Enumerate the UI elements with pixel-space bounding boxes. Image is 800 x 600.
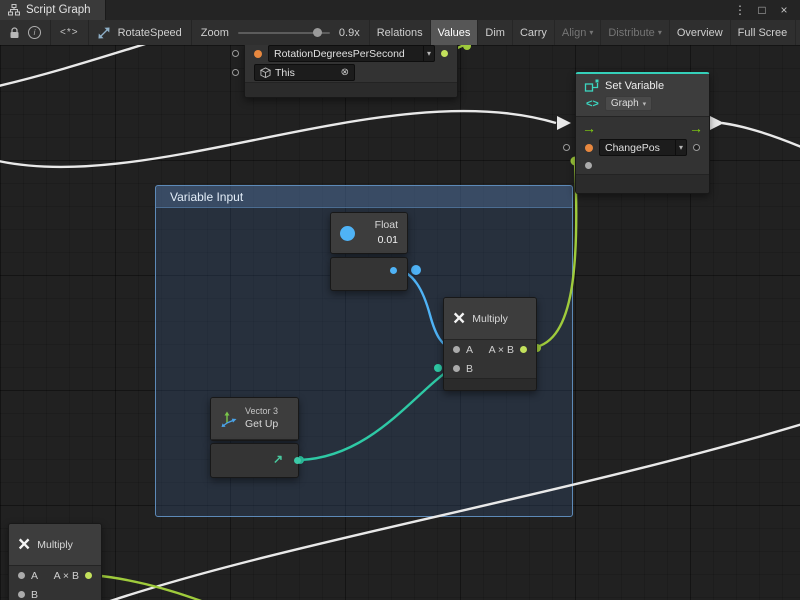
zoom-slider-thumb[interactable] — [313, 28, 322, 37]
script-graph-window: Script Graph ⋮ □ × i <*> — [0, 0, 800, 600]
graph-canvas[interactable]: Variable Input — [0, 45, 800, 600]
vector-output-port[interactable] — [294, 457, 301, 464]
flow-arrow-in — [557, 116, 571, 130]
overview-button[interactable]: Overview — [670, 20, 731, 45]
align-button[interactable]: Align ▾ — [555, 20, 601, 45]
chevron-down-icon: ▾ — [423, 46, 434, 61]
chevron-down-icon: ▾ — [589, 28, 593, 37]
window-title: Script Graph — [26, 4, 91, 16]
object-input-port[interactable] — [232, 69, 239, 76]
port-b[interactable] — [453, 365, 460, 372]
variable-port-icon — [254, 50, 262, 58]
graph-toolbar: i <*> RotateSpeed Zoom 0.9x Relations — [0, 20, 800, 46]
chevron-down-icon: ▾ — [675, 140, 686, 155]
multiply-icon: × — [18, 534, 30, 555]
multiply-node[interactable]: × Multiply A A × B B — [443, 297, 537, 391]
values-button[interactable]: Values — [431, 20, 479, 45]
titlebar: Script Graph ⋮ □ × — [0, 0, 800, 20]
graph-icon — [8, 4, 20, 16]
variable-port-icon — [585, 144, 593, 152]
lock-icon[interactable] — [9, 27, 20, 39]
distribute-button[interactable]: Distribute ▾ — [601, 20, 669, 45]
flow-wire-bottom — [70, 423, 800, 600]
full-screen-button[interactable]: Full Screen — [731, 20, 796, 45]
clear-target-icon[interactable]: ⊗ — [341, 67, 354, 78]
flow-in-arrow[interactable]: → — [582, 121, 596, 135]
kebab-menu-icon[interactable]: ⋮ — [732, 0, 748, 20]
port-result[interactable] — [85, 572, 92, 579]
window-tab[interactable]: Script Graph — [0, 0, 106, 20]
node-title: Set Variable — [605, 80, 664, 92]
float-node-body[interactable] — [330, 257, 408, 291]
target-object-field[interactable]: This ⊗ — [254, 64, 355, 81]
variable-input-port[interactable] — [563, 144, 570, 151]
flow-wire-left — [0, 111, 556, 167]
vector3-node-body[interactable]: ↗ — [210, 443, 299, 478]
value-output-port[interactable] — [693, 144, 700, 151]
scope-dropdown[interactable]: Graph ▾ — [605, 96, 652, 111]
port-a[interactable] — [453, 346, 460, 353]
port-b[interactable] — [18, 591, 25, 598]
code-segment: <*> — [51, 20, 89, 45]
value-input-port[interactable] — [585, 162, 592, 169]
multiply-node-bottom[interactable]: × Multiply A A × B B — [8, 523, 102, 600]
gameobject-cube-icon — [260, 67, 271, 78]
info-icon[interactable]: i — [28, 26, 41, 39]
input-port[interactable] — [232, 50, 239, 57]
window-controls: ⋮ □ × — [732, 0, 800, 20]
port-a[interactable] — [18, 572, 25, 579]
node-title: Multiply — [472, 313, 508, 325]
code-icon[interactable]: <*> — [60, 27, 79, 38]
vector-output-icon: ↗ — [273, 452, 283, 466]
script-graph-asset-icon — [98, 27, 110, 39]
close-icon[interactable]: × — [776, 0, 792, 20]
variable-name-dropdown[interactable]: RotationDegreesPerSecond ▾ — [268, 45, 435, 62]
float-value-field[interactable]: 0.01 — [363, 233, 398, 248]
flow-wire-right — [722, 123, 800, 149]
get-variable-node[interactable]: RotationDegreesPerSecond ▾ This ⊗ — [244, 45, 458, 98]
graph-name[interactable]: RotateSpeed — [118, 27, 182, 39]
zoom-slider[interactable] — [238, 32, 330, 34]
lock-info-segment: i — [0, 20, 51, 45]
set-variable-node[interactable]: Set Variable <> Graph ▾ → → ChangePo — [575, 72, 710, 194]
value-wire-multiply-bottom-out — [92, 575, 222, 600]
maximize-icon[interactable]: □ — [754, 0, 770, 20]
zoom-segment: Zoom 0.9x — [192, 20, 369, 45]
node-title: Float — [363, 218, 398, 233]
flow-arrow-out — [710, 116, 724, 130]
value-wire-vector-to-multiply — [300, 368, 452, 460]
relations-button[interactable]: Relations — [369, 20, 431, 45]
flow-wire-topleft — [0, 45, 168, 87]
set-variable-icon — [584, 78, 599, 93]
node-title: Multiply — [37, 539, 73, 551]
value-output-port[interactable] — [441, 50, 448, 57]
chevron-down-icon: ▾ — [658, 28, 662, 37]
dim-button[interactable]: Dim — [478, 20, 513, 45]
variable-name-dropdown[interactable]: ChangePos ▾ — [599, 139, 687, 156]
node-title: Get Up — [245, 418, 278, 432]
zoom-value: 0.9x — [339, 27, 360, 39]
carry-button[interactable]: Carry — [513, 20, 555, 45]
port-result[interactable] — [520, 346, 527, 353]
flow-out-arrow[interactable]: → — [689, 121, 703, 135]
chevron-down-icon: ▾ — [643, 100, 647, 108]
vector3-get-up-node[interactable]: Vector 3 Get Up — [210, 397, 299, 441]
kind-icon: <> — [586, 98, 599, 110]
zoom-label: Zoom — [201, 27, 229, 39]
breadcrumb: RotateSpeed — [89, 20, 192, 45]
vector3-icon — [220, 410, 238, 428]
float-output-port[interactable] — [390, 267, 397, 274]
float-icon — [340, 226, 355, 241]
multiply-icon: × — [453, 308, 465, 329]
node-type-label: Vector 3 — [245, 406, 278, 418]
flow-ports-row: → → — [576, 117, 709, 138]
float-node[interactable]: Float 0.01 — [330, 212, 408, 254]
